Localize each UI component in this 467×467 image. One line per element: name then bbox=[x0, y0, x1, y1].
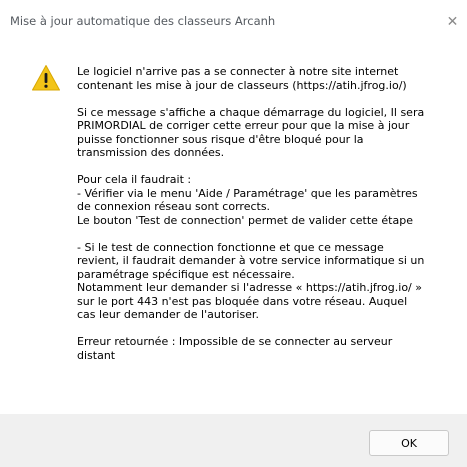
close-icon: ✕ bbox=[446, 14, 459, 30]
warning-icon bbox=[32, 65, 60, 91]
window-title: Mise à jour automatique des classeurs Ar… bbox=[10, 14, 276, 28]
close-button[interactable]: ✕ bbox=[438, 8, 467, 36]
title-bar: Mise à jour automatique des classeurs Ar… bbox=[0, 0, 467, 44]
message-dialog: Mise à jour automatique des classeurs Ar… bbox=[0, 0, 467, 467]
message-text: Le logiciel n'arrive pas a se connecter … bbox=[77, 65, 425, 362]
ok-button[interactable]: OK bbox=[369, 430, 449, 456]
